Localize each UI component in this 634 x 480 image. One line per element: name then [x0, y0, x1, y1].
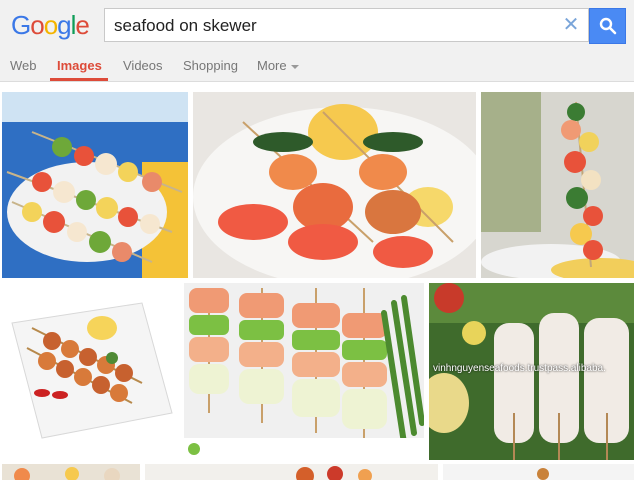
google-logo[interactable]: Google — [11, 10, 90, 40]
tab-videos[interactable]: Videos — [123, 58, 163, 73]
search-button[interactable] — [589, 8, 626, 44]
logo-letter: g — [57, 10, 72, 40]
active-tab-indicator — [50, 78, 108, 81]
seafood-skewer-thumbnail — [443, 464, 634, 480]
seafood-skewer-thumbnail — [2, 283, 179, 460]
image-watermark: vinhnguyenseafoods.trustpass.alibaba. — [433, 363, 606, 374]
search-input[interactable] — [114, 15, 544, 37]
image-result[interactable] — [443, 464, 634, 480]
seafood-skewer-thumbnail — [481, 92, 634, 278]
seafood-skewer-thumbnail — [193, 92, 476, 278]
image-result[interactable] — [2, 283, 179, 460]
image-results-grid: vinhnguyenseafoods.trustpass.alibaba. — [0, 82, 634, 480]
image-result[interactable] — [184, 283, 424, 460]
logo-letter: o — [30, 10, 45, 40]
search-tabs: Web Images Videos Shopping More — [0, 48, 634, 82]
logo-letter: o — [43, 10, 59, 40]
tab-shopping[interactable]: Shopping — [183, 58, 238, 73]
seafood-skewer-thumbnail — [2, 464, 140, 480]
image-result[interactable]: vinhnguyenseafoods.trustpass.alibaba. — [429, 283, 634, 460]
tab-more[interactable]: More — [257, 58, 299, 73]
image-result[interactable] — [193, 92, 476, 278]
image-result[interactable] — [145, 464, 438, 480]
search-icon — [599, 17, 617, 35]
seafood-skewer-thumbnail — [184, 283, 424, 460]
seafood-skewer-thumbnail — [2, 92, 188, 278]
image-result[interactable] — [2, 464, 140, 480]
close-icon[interactable]: ✕ — [560, 14, 582, 36]
chevron-down-icon — [290, 64, 299, 69]
image-result[interactable] — [481, 92, 634, 278]
seafood-skewer-thumbnail — [145, 464, 438, 480]
tab-images[interactable]: Images — [57, 58, 102, 73]
search-box: ✕ — [104, 8, 589, 42]
logo-letter: G — [11, 10, 31, 40]
logo-letter: e — [75, 10, 90, 40]
header: Google ✕ — [0, 0, 634, 48]
image-result[interactable] — [2, 92, 188, 278]
tab-more-label: More — [257, 58, 287, 73]
tab-web[interactable]: Web — [10, 58, 37, 73]
